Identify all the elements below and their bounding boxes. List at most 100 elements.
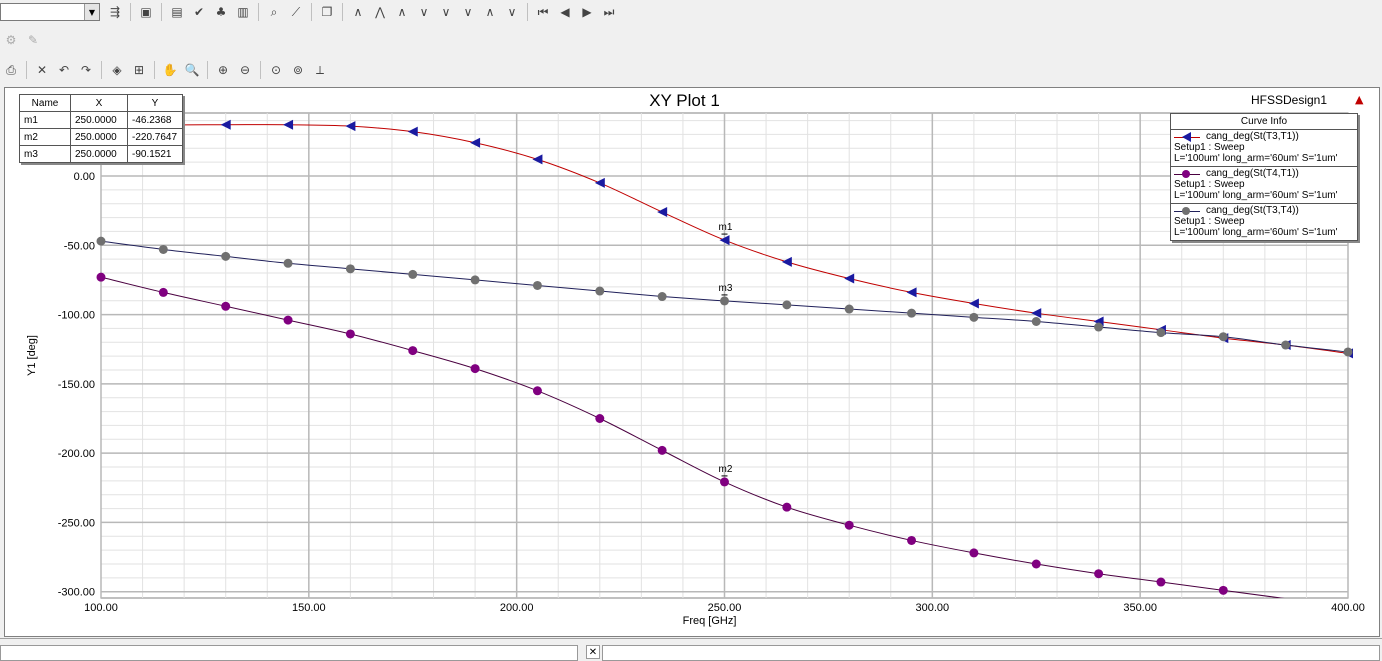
data-point-circle	[345, 264, 355, 274]
pan-icon[interactable]: ✋	[161, 61, 179, 79]
wave4-icon[interactable]: ∨	[415, 3, 433, 21]
wave3-icon[interactable]: ∧	[393, 3, 411, 21]
marker-y: -46.2368	[127, 111, 183, 129]
zoom-fit-icon[interactable]: ⊙	[267, 61, 285, 79]
data-point-circle	[470, 275, 480, 285]
next-icon[interactable]: ▶	[578, 3, 596, 21]
selection-combo[interactable]: ▼	[0, 3, 100, 21]
doc-icon[interactable]: ▥	[234, 3, 252, 21]
circle-marker-icon	[1182, 169, 1190, 178]
data-point-circle	[408, 269, 418, 279]
report-icon[interactable]: ▣	[137, 3, 155, 21]
toolbar-separator	[161, 3, 162, 21]
y-tick-label: 0.00	[74, 171, 95, 183]
message-pane[interactable]	[0, 645, 578, 661]
marker-x: 250.0000	[70, 145, 128, 163]
data-point-circle	[657, 292, 667, 302]
legend-params: L='100um' long_arm='60um' S='1um'	[1174, 227, 1338, 238]
y-tick-label: -200.00	[58, 448, 95, 460]
data-point-circle	[408, 346, 418, 356]
marker-x: 250.0000	[70, 128, 128, 146]
print-icon[interactable]: ⎙	[2, 61, 20, 79]
check-icon[interactable]: ✔	[190, 3, 208, 21]
data-point-circle	[96, 272, 106, 282]
legend-entry[interactable]: cang_deg(St(T3,T1)) Setup1 : Sweep L='10…	[1171, 130, 1357, 167]
wave7-icon[interactable]: ∧	[481, 3, 499, 21]
toolbar-row-2: ⚙ ✎	[0, 28, 44, 52]
chart-icon[interactable]: ⟋	[287, 3, 305, 21]
data-point-circle	[1343, 347, 1353, 357]
axis-icon[interactable]: ⟂	[311, 61, 329, 79]
legend-entry[interactable]: cang_deg(St(T4,T1)) Setup1 : Sweep L='10…	[1171, 167, 1357, 204]
marker-row[interactable]: m1 250.0000 -46.2368	[19, 111, 183, 129]
y-axis-label: Y1 [deg]	[26, 335, 38, 376]
marker-row[interactable]: m3 250.0000 -90.1521	[19, 145, 183, 163]
x-tick-label: 150.00	[292, 602, 326, 614]
edit-icon[interactable]: ✎	[24, 31, 42, 49]
data-point-circle	[844, 520, 854, 530]
marker-name: m3	[19, 145, 71, 163]
wave1-icon[interactable]: ∧	[349, 3, 367, 21]
close-icon[interactable]: ✕	[586, 645, 600, 659]
data-point-circle	[221, 251, 231, 261]
zoom-out-icon[interactable]: ⊖	[236, 61, 254, 79]
legend-entry[interactable]: cang_deg(St(T3,T4)) Setup1 : Sweep L='10…	[1171, 204, 1357, 240]
filter-icon[interactable]: ⇶	[106, 3, 124, 21]
data-point-circle	[969, 548, 979, 558]
y-tick-label: -150.00	[58, 379, 95, 391]
legend-swatch	[1174, 169, 1200, 179]
data-point-circle	[345, 329, 355, 339]
marker-table-header: Name X Y	[19, 94, 183, 112]
toolbar-row-1: ▼ ⇶ ▣ ▤ ✔ ♣ ▥ ⌕ ⟋ ❐ ∧ ⋀ ∧ ∨ ∨ ∨ ∧ ∨ ⏮ ◀ ▶ ⏭	[0, 0, 620, 24]
data-point-circle	[1094, 569, 1104, 579]
y-tick-label: -300.00	[58, 587, 95, 599]
shapes-icon[interactable]: ◈	[108, 61, 126, 79]
delete-icon[interactable]: ✕	[33, 61, 51, 79]
data-point-circle	[96, 236, 106, 246]
plot-window: 100.00 150.00 200.00 250.00 300.00 350.00 400.…	[4, 87, 1380, 637]
file-yellow-icon[interactable]: ▤	[168, 3, 186, 21]
data-point-circle	[1218, 585, 1228, 595]
data-point-circle	[907, 535, 917, 545]
copy-icon[interactable]: ❐	[318, 3, 336, 21]
marker-name: m2	[19, 128, 71, 146]
grid-icon[interactable]: ⊞	[130, 61, 148, 79]
design-name: HFSSDesign1	[1251, 93, 1328, 107]
y-tick-label: -50.00	[64, 240, 95, 252]
x-tick-label: 100.00	[84, 602, 118, 614]
marker-label: m2	[719, 464, 733, 475]
redo-icon[interactable]: ↷	[77, 61, 95, 79]
zoom-info-icon[interactable]: 🔍	[183, 61, 201, 79]
legend-setup: Setup1 : Sweep	[1174, 142, 1245, 153]
toolbar-separator	[26, 61, 27, 79]
data-point-circle	[782, 300, 792, 310]
tree-icon[interactable]: ♣	[212, 3, 230, 21]
curve-info-legend[interactable]: Curve Info cang_deg(St(T3,T1)) Setup1 : …	[1170, 113, 1358, 241]
marker-row[interactable]: m2 250.0000 -220.7647	[19, 128, 183, 146]
data-point-circle	[595, 414, 605, 423]
wave2-icon[interactable]: ⋀	[371, 3, 389, 21]
curve-info-title: Curve Info	[1171, 114, 1357, 130]
data-point-circle	[782, 502, 792, 512]
marker-table: Name X Y m1 250.0000 -46.2368 m2 250.000…	[19, 94, 183, 163]
progress-pane[interactable]	[602, 645, 1380, 661]
triangle-marker-icon	[1182, 131, 1191, 142]
chevron-down-icon[interactable]: ▼	[84, 4, 99, 20]
wave5-icon[interactable]: ∨	[437, 3, 455, 21]
undo-icon[interactable]: ↶	[55, 61, 73, 79]
data-point-circle	[221, 301, 231, 311]
wave6-icon[interactable]: ∨	[459, 3, 477, 21]
first-icon[interactable]: ⏮	[534, 3, 552, 21]
legend-setup: Setup1 : Sweep	[1174, 216, 1245, 227]
properties-icon[interactable]: ⚙	[2, 31, 20, 49]
zoom-in-icon[interactable]: ⊕	[214, 61, 232, 79]
circle-marker-icon	[1182, 206, 1190, 215]
zoom-region-icon[interactable]: ⊚	[289, 61, 307, 79]
wave8-icon[interactable]: ∨	[503, 3, 521, 21]
marker-label: m1	[719, 222, 733, 233]
marker-y: -90.1521	[127, 145, 183, 163]
prev-icon[interactable]: ◀	[556, 3, 574, 21]
last-icon[interactable]: ⏭	[600, 3, 618, 21]
zoom-window-icon[interactable]: ⌕	[265, 3, 283, 21]
header-x: X	[70, 94, 128, 112]
